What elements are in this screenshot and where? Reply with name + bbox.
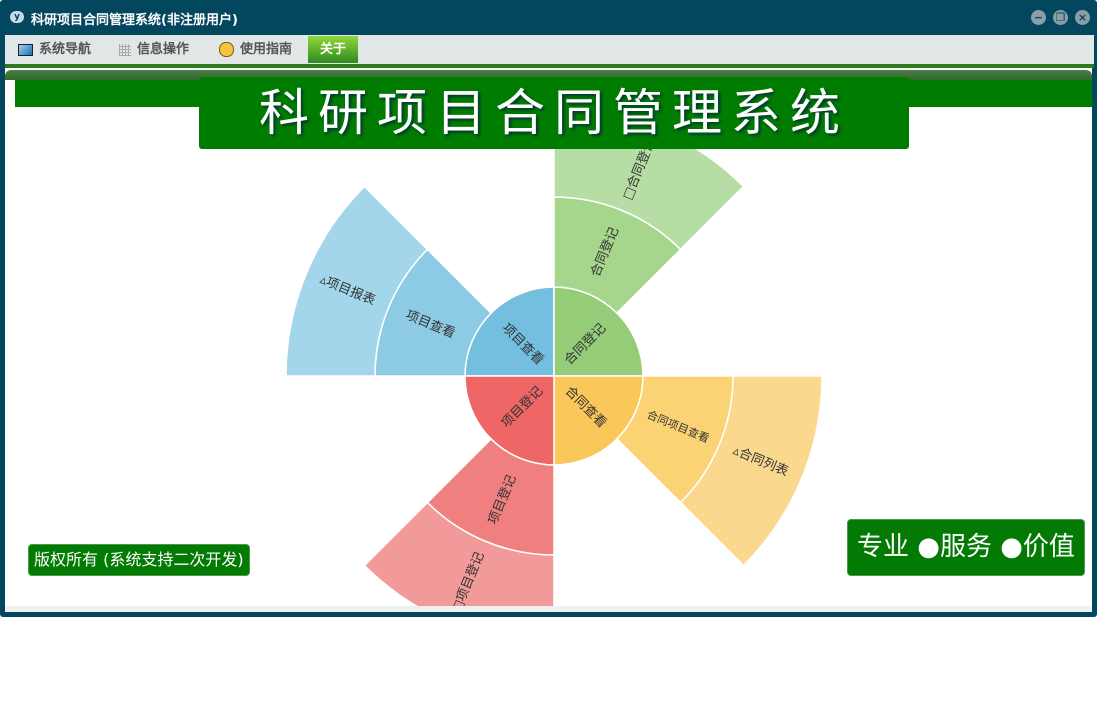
menu-item-navigation[interactable]: 系统导航 (18, 35, 91, 64)
monitor-icon (18, 43, 33, 56)
window-title: 科研项目合同管理系统(非注册用户) (31, 13, 238, 28)
menu-item-guide[interactable]: 使用指南 (219, 35, 292, 64)
app-window: y 科研项目合同管理系统(非注册用户) − ❐ × 系统导航 信息操作 使用指南… (0, 0, 1097, 617)
menu-item-operations[interactable]: 信息操作 (119, 35, 189, 64)
help-icon (219, 42, 234, 57)
slogan-badge: 专业 ●服务 ●价值 (847, 519, 1085, 576)
menu-item-about[interactable]: 关于 (308, 36, 359, 63)
close-icon[interactable]: × (1075, 10, 1090, 25)
app-logo-icon: y (10, 11, 24, 23)
menu-label: 使用指南 (240, 42, 293, 57)
menu-bar: 系统导航 信息操作 使用指南 关于 (5, 35, 1094, 64)
menu-label: 信息操作 (137, 42, 190, 57)
copyright-badge: 版权所有 (系统支持二次开发) (28, 544, 250, 576)
grid-icon (119, 43, 131, 56)
restore-icon[interactable]: ❐ (1053, 10, 1068, 25)
main-content: 项目查看 项目查看 ▵项目报表 合同登记 合同登记 □合同登记 合同查看 合同项目查看 ▵合同列… (5, 68, 1092, 609)
title-bar[interactable]: y 科研项目合同管理系统(非注册用户) − ❐ × (0, 0, 1097, 35)
page-title: 科研项目合同管理系统 (199, 77, 909, 149)
minimize-icon[interactable]: − (1031, 10, 1046, 25)
menu-label: 系统导航 (39, 42, 92, 57)
status-strip (5, 606, 1092, 612)
